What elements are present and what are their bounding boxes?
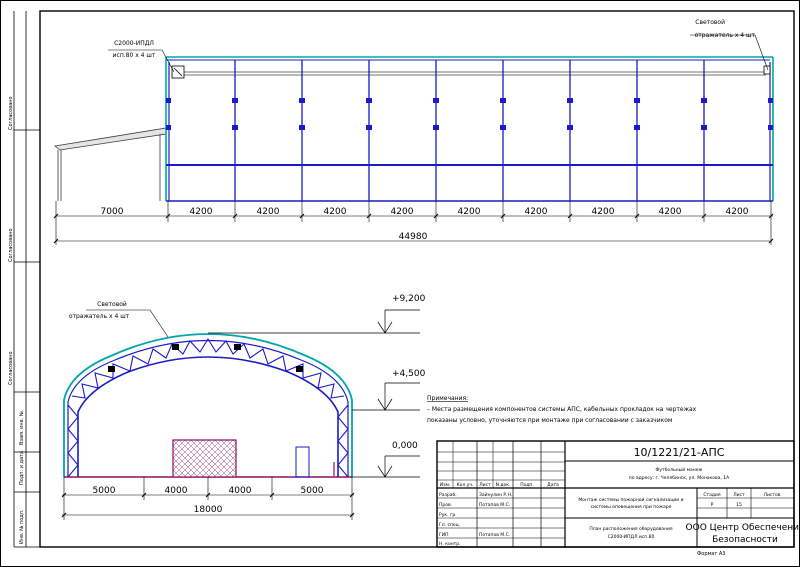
- tb-name-4: Потапов М.С.: [479, 532, 510, 538]
- section-callout-line1: Световой: [97, 301, 127, 308]
- top-view: С2000-ИПДЛ исп.80 х 4 шт Световой отража…: [53, 19, 774, 245]
- reflector-marker-1-icon: [108, 366, 115, 372]
- notes-title: Примечания:: [427, 395, 468, 402]
- callout-left-line2: исп.80 х 4 шт: [113, 52, 156, 59]
- stamp-agreed-1: Согласовано: [8, 96, 14, 130]
- tb-stage: Р: [711, 502, 714, 508]
- tb-role-4: ГИП: [439, 532, 449, 538]
- top-dim-5: 4200: [458, 207, 481, 217]
- tb-role-5: Н. контр.: [439, 541, 461, 547]
- drawing-frame: [39, 10, 795, 548]
- tb-role-2: Рук. гр.: [439, 512, 457, 518]
- tb-doc-code: 10/1221/21-АПС: [634, 446, 725, 459]
- reflector-marker-4-icon: [296, 366, 303, 372]
- hall-columns: [234, 60, 705, 201]
- section-view: Световой отражатель х 4 шт +9,200 +4,500…: [61, 294, 426, 520]
- top-dim-4: 4200: [391, 207, 414, 217]
- top-dim-8: 4200: [659, 207, 682, 217]
- column-joints: [166, 98, 773, 130]
- top-dim-6: 4200: [525, 207, 548, 217]
- section-dim-0: 5000: [93, 486, 116, 496]
- stamp-sign-date: Подп. и дата: [19, 451, 25, 485]
- top-dim-0: 7000: [101, 207, 124, 217]
- tb-sheet-title-2: С2000-ИПДЛ исп.80: [608, 534, 655, 540]
- tb-system-2: системы оповещения при пожаре: [591, 505, 672, 510]
- level-top: +9,200: [392, 294, 426, 304]
- callout-right-line1: Световой: [695, 19, 725, 26]
- door: [295, 446, 310, 478]
- tb-col-list: Лист: [479, 482, 491, 488]
- tb-col-data: Дата: [547, 482, 559, 488]
- tb-sheets-label: Листов: [764, 492, 781, 498]
- section-dim-total: 18000: [194, 505, 223, 515]
- tb-sheet-number: 15: [736, 502, 742, 508]
- notes-line-2: показаны условно, уточняются при монтаже…: [427, 417, 672, 424]
- callout-right-line2: отражатель х 4 шт: [695, 32, 756, 39]
- goal-net: [172, 439, 237, 478]
- reflector-marker-3-icon: [234, 344, 241, 350]
- section-dim-1: 4000: [165, 486, 188, 496]
- section-callout-line2: отражатель х 4 шт: [69, 313, 130, 320]
- tb-company-2: Безопасности: [712, 535, 778, 545]
- tb-name-0: Зайнулин Р.Н.: [479, 491, 512, 498]
- tb-stage-label: Стадия: [703, 492, 721, 498]
- level-marks: [208, 309, 420, 478]
- tb-role-1: Пров.: [439, 502, 452, 508]
- top-dim-3: 4200: [324, 207, 347, 217]
- notes: Примечания: – Места размещения компонент…: [427, 395, 697, 424]
- level-mid: +4,500: [392, 369, 426, 379]
- tb-company-1: ООО Центр Обеспечения: [686, 523, 800, 533]
- annex: [54, 127, 167, 201]
- reflector-marker-2-icon: [172, 344, 179, 350]
- title-block: Изм. Кол.уч. Лист N док. Подп. Дата Разр…: [436, 440, 800, 548]
- top-dim-total: 44980: [399, 232, 428, 242]
- tb-object-2: по адресу: г. Челябинск, ул. Монакова, 1…: [629, 475, 730, 481]
- top-dim-2: 4200: [257, 207, 280, 217]
- side-stamp: [13, 11, 40, 548]
- top-dim-9: 4200: [726, 207, 749, 217]
- tb-col-podp: Подп.: [520, 482, 534, 488]
- hall-frame: [165, 56, 774, 202]
- tb-system-1: Монтаж системы пожарной сигнализации и: [578, 496, 683, 503]
- notes-line-1: – Места размещения компонентов системы А…: [427, 406, 697, 413]
- callout-left-line1: С2000-ИПДЛ: [114, 40, 154, 47]
- tb-col-izm: Изм.: [440, 482, 451, 488]
- format-label: Формат А3: [697, 551, 725, 557]
- tb-sheet-label: Лист: [733, 492, 745, 498]
- tb-role-3: Гл. спец.: [439, 522, 460, 528]
- stamp-agreed-2: Согласовано: [8, 228, 14, 262]
- top-dim-1: 4200: [190, 207, 213, 217]
- tb-col-ndok: N док.: [496, 482, 511, 488]
- tb-sheet-title-1: План расположения оборудования: [589, 526, 673, 532]
- top-dim-7: 4200: [592, 207, 615, 217]
- level-zero: 0,000: [392, 441, 418, 451]
- tb-col-kolvo: Кол.уч.: [456, 482, 473, 488]
- sheet-outer-border: [0, 0, 800, 567]
- stamp-replace-inv: Взам. инв. №: [19, 410, 25, 445]
- section-dim-2: 4000: [229, 486, 252, 496]
- tb-object-1: Футбольный манеж: [656, 466, 703, 473]
- section-dim-3: 5000: [301, 486, 324, 496]
- stamp-inv-orig: Инв. № подл.: [19, 509, 25, 544]
- stamp-agreed-3: Согласовано: [8, 351, 14, 385]
- callout-right-leader: [690, 34, 769, 71]
- tb-name-1: Потапов М.С.: [479, 502, 510, 508]
- drawing-sheet: Согласовано Согласовано Согласовано Взам…: [0, 0, 800, 567]
- tb-role-0: Разраб.: [439, 492, 457, 498]
